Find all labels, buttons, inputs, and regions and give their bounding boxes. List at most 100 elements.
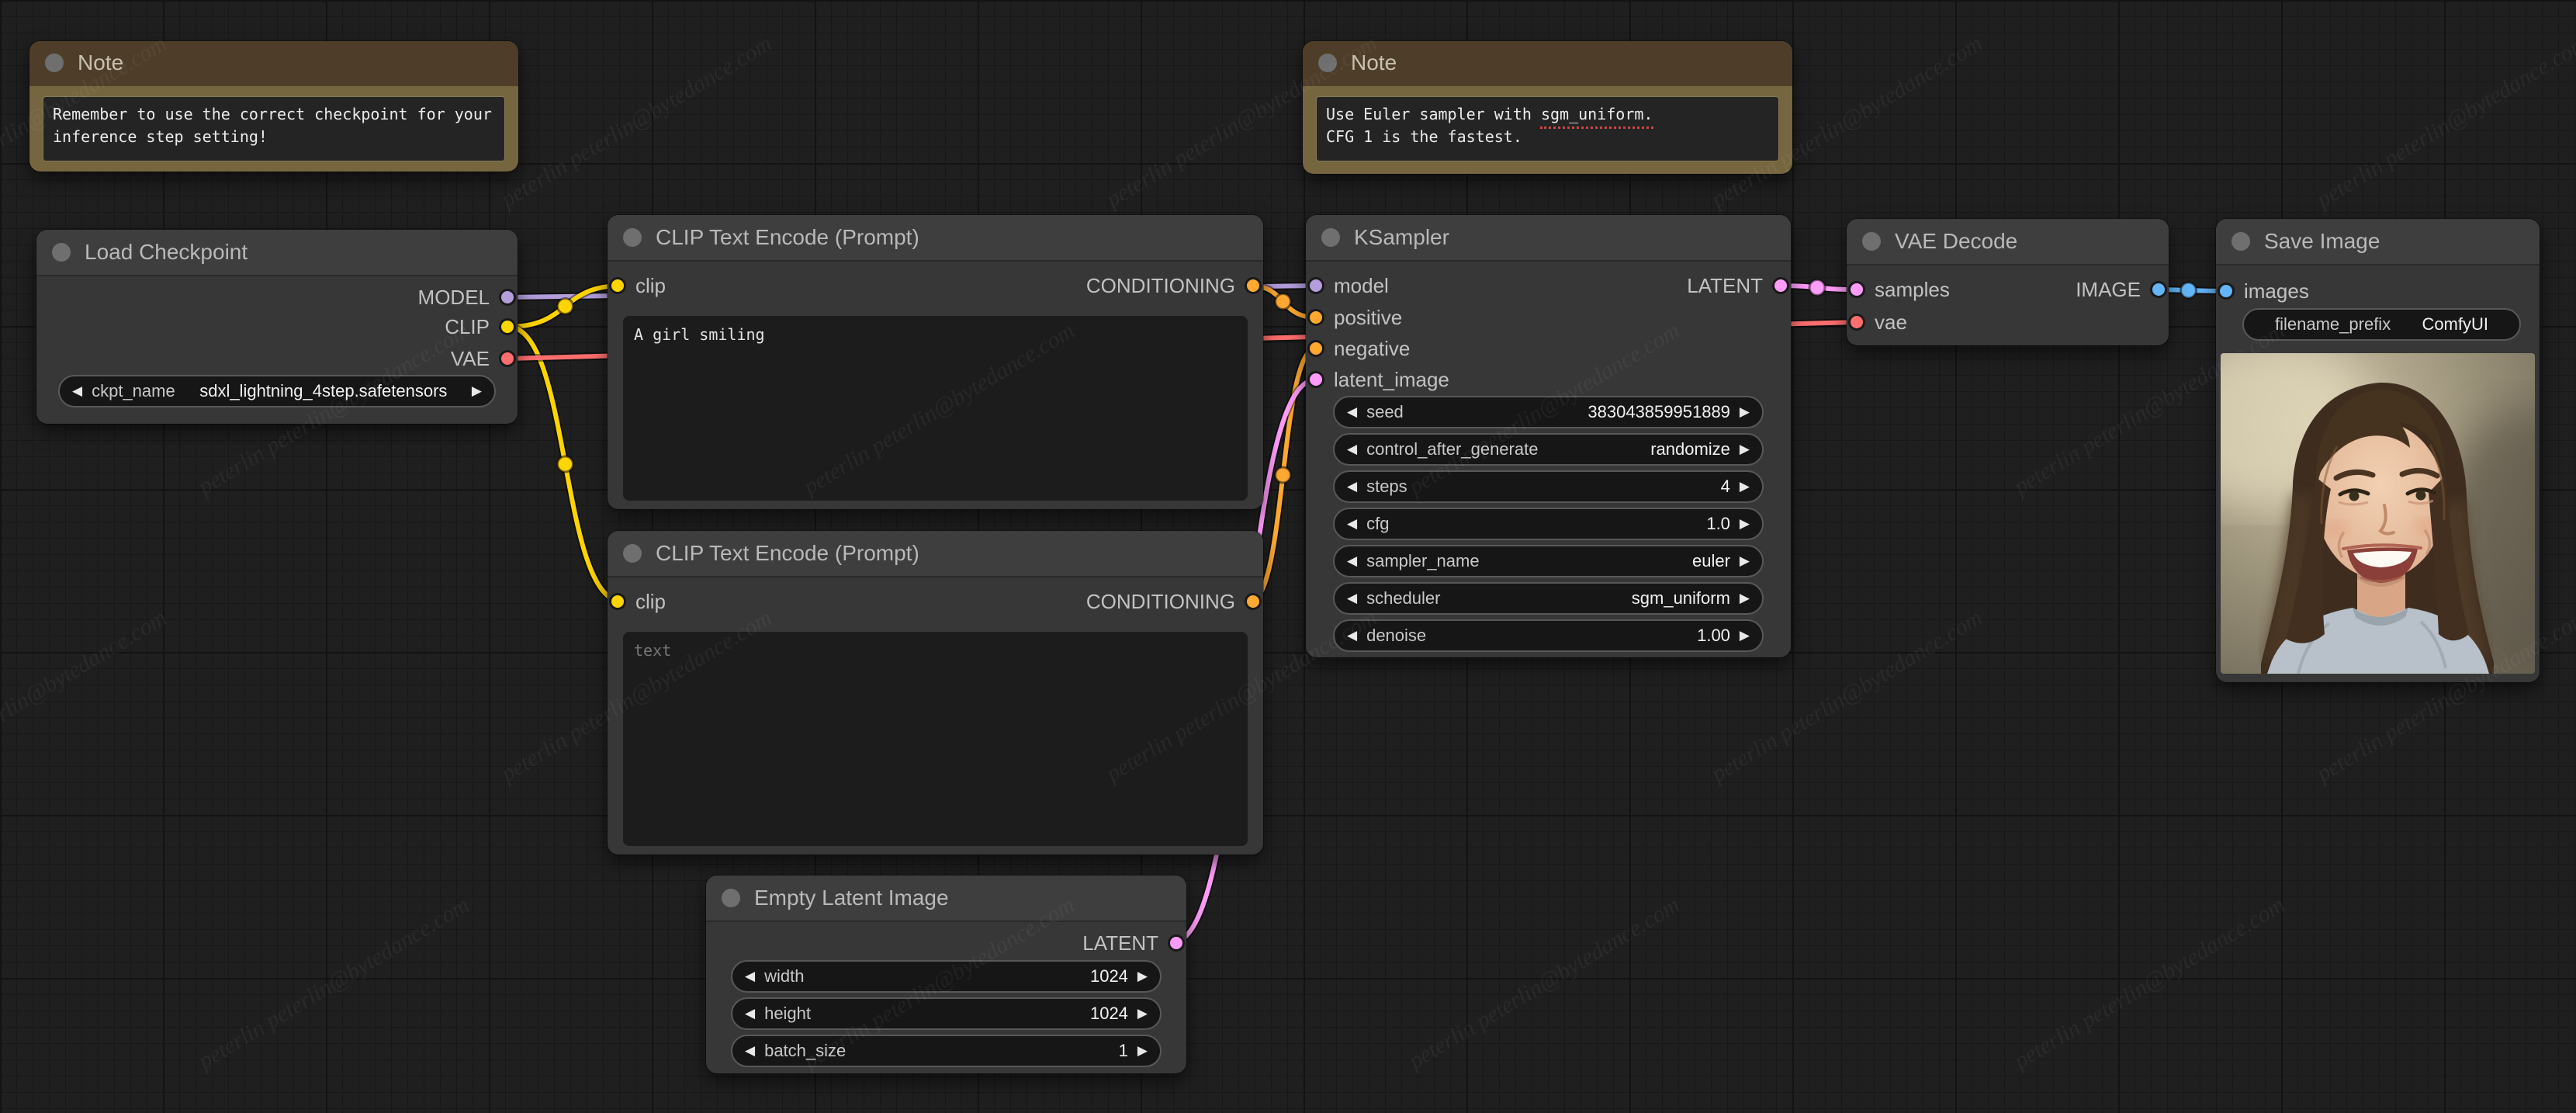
- input-slot-vae: vae: [1848, 307, 1907, 338]
- widget-seed[interactable]: ◀ seed 383043859951889 ▶: [1333, 396, 1764, 428]
- node-note-1[interactable]: Note Remember to use the correct checkpo…: [29, 41, 518, 172]
- node-title: KSampler: [1354, 225, 1449, 249]
- decrement-arrow-icon[interactable]: ◀: [1347, 628, 1357, 643]
- decrement-arrow-icon[interactable]: ◀: [1347, 591, 1357, 606]
- node-title: Load Checkpoint: [85, 240, 248, 264]
- output-slot-conditioning: CONDITIONING: [1086, 586, 1262, 617]
- model-output-dot[interactable]: [499, 289, 516, 306]
- widget-filename-prefix[interactable]: filename_prefix ComfyUI: [2242, 308, 2521, 341]
- prompt-textarea[interactable]: A girl smiling: [623, 316, 1248, 501]
- node-note-1-header[interactable]: Note: [29, 41, 518, 86]
- decrement-arrow-icon[interactable]: ◀: [1347, 479, 1357, 494]
- clip-output-dot[interactable]: [499, 318, 516, 335]
- input-slot-images: images: [2218, 276, 2309, 307]
- note-text[interactable]: Use Euler sampler with sgm_uniform. CFG …: [1317, 97, 1778, 161]
- node-title: CLIP Text Encode (Prompt): [656, 225, 919, 249]
- increment-arrow-icon[interactable]: ▶: [1740, 628, 1750, 643]
- input-slot-clip: clip: [609, 270, 666, 301]
- input-slot-clip: clip: [609, 586, 666, 617]
- node-clip-negative-header[interactable]: CLIP Text Encode (Prompt): [608, 531, 1263, 577]
- node-save-image[interactable]: Save Image images filename_prefix ComfyU…: [2216, 219, 2540, 682]
- samples-input-dot[interactable]: [1848, 281, 1865, 298]
- increment-arrow-icon[interactable]: ▶: [1137, 969, 1148, 984]
- model-input-dot[interactable]: [1307, 277, 1324, 294]
- node-vae-decode-header[interactable]: VAE Decode: [1847, 219, 2169, 265]
- note-text[interactable]: Remember to use the correct checkpoint f…: [43, 97, 504, 161]
- widget-steps[interactable]: ◀ steps 4 ▶: [1333, 470, 1764, 503]
- collapse-dot[interactable]: [722, 889, 740, 907]
- increment-arrow-icon[interactable]: ▶: [1137, 1006, 1148, 1021]
- output-slot-model: MODEL: [418, 282, 516, 313]
- node-ksampler-header[interactable]: KSampler: [1306, 215, 1791, 262]
- widget-scheduler[interactable]: ◀ scheduler sgm_uniform ▶: [1333, 582, 1764, 615]
- node-empty-latent-header[interactable]: Empty Latent Image: [706, 875, 1186, 922]
- node-ksampler[interactable]: KSampler model positive negative latent_…: [1306, 215, 1791, 657]
- increment-arrow-icon[interactable]: ▶: [1740, 442, 1750, 457]
- latent-image-input-dot[interactable]: [1307, 371, 1324, 388]
- increment-arrow-icon[interactable]: ▶: [472, 383, 482, 399]
- widget-height[interactable]: ◀ height 1024 ▶: [731, 997, 1162, 1030]
- decrement-arrow-icon[interactable]: ◀: [1347, 442, 1357, 457]
- decrement-arrow-icon[interactable]: ◀: [1347, 516, 1357, 532]
- widget-batch-size[interactable]: ◀ batch_size 1 ▶: [731, 1035, 1162, 1067]
- clip-input-dot[interactable]: [609, 277, 626, 294]
- node-title: CLIP Text Encode (Prompt): [656, 541, 919, 565]
- widget-ckpt-name[interactable]: ◀ ckpt_name sdxl_lightning_4step.safeten…: [58, 375, 496, 407]
- increment-arrow-icon[interactable]: ▶: [1137, 1043, 1148, 1059]
- increment-arrow-icon[interactable]: ▶: [1740, 404, 1750, 420]
- node-load-checkpoint[interactable]: Load Checkpoint MODEL CLIP VAE ◀ ckpt_na…: [36, 230, 518, 424]
- increment-arrow-icon[interactable]: ▶: [1740, 479, 1750, 494]
- collapse-dot[interactable]: [1321, 228, 1340, 247]
- latent-output-dot[interactable]: [1772, 277, 1789, 294]
- collapse-dot[interactable]: [2231, 232, 2250, 251]
- collapse-dot[interactable]: [1862, 232, 1881, 251]
- decrement-arrow-icon[interactable]: ◀: [745, 1043, 755, 1059]
- node-vae-decode[interactable]: VAE Decode samples vae IMAGE: [1847, 219, 2169, 345]
- vae-output-dot[interactable]: [499, 350, 516, 367]
- decrement-arrow-icon[interactable]: ◀: [745, 1006, 755, 1021]
- increment-arrow-icon[interactable]: ▶: [1740, 516, 1750, 532]
- conditioning-output-dot[interactable]: [1245, 277, 1262, 294]
- increment-arrow-icon[interactable]: ▶: [1740, 591, 1750, 606]
- collapse-dot[interactable]: [623, 544, 642, 563]
- decrement-arrow-icon[interactable]: ◀: [1347, 404, 1357, 420]
- collapse-dot[interactable]: [45, 54, 64, 72]
- images-input-dot[interactable]: [2218, 283, 2235, 300]
- decrement-arrow-icon[interactable]: ◀: [1347, 553, 1357, 569]
- collapse-dot[interactable]: [52, 243, 71, 262]
- conditioning-output-dot[interactable]: [1245, 593, 1262, 610]
- vae-input-dot[interactable]: [1848, 314, 1865, 331]
- node-empty-latent-image[interactable]: Empty Latent Image LATENT ◀ width 1024 ▶…: [706, 875, 1186, 1073]
- increment-arrow-icon[interactable]: ▶: [1740, 553, 1750, 569]
- image-output-dot[interactable]: [2150, 281, 2167, 298]
- node-note-2-header[interactable]: Note: [1303, 41, 1792, 86]
- node-clip-positive-header[interactable]: CLIP Text Encode (Prompt): [608, 215, 1263, 262]
- positive-input-dot[interactable]: [1307, 309, 1324, 326]
- input-slot-latent-image: latent_image: [1307, 364, 1449, 395]
- decrement-arrow-icon[interactable]: ◀: [745, 969, 755, 984]
- node-clip-text-encode-negative[interactable]: CLIP Text Encode (Prompt) clip CONDITION…: [608, 531, 1263, 855]
- node-note-2[interactable]: Note Use Euler sampler with sgm_uniform.…: [1303, 41, 1792, 174]
- input-slot-negative: negative: [1307, 333, 1410, 364]
- prompt-textarea[interactable]: [623, 632, 1248, 846]
- widget-cfg[interactable]: ◀ cfg 1.0 ▶: [1333, 508, 1764, 540]
- widget-control-after-generate[interactable]: ◀ control_after_generate randomize ▶: [1333, 433, 1764, 466]
- node-save-image-header[interactable]: Save Image: [2216, 219, 2540, 265]
- widget-sampler-name[interactable]: ◀ sampler_name euler ▶: [1333, 545, 1764, 577]
- widget-width[interactable]: ◀ width 1024 ▶: [731, 960, 1162, 993]
- output-slot-conditioning: CONDITIONING: [1086, 270, 1262, 301]
- collapse-dot[interactable]: [623, 228, 642, 247]
- input-slot-positive: positive: [1307, 302, 1402, 333]
- negative-input-dot[interactable]: [1307, 340, 1324, 357]
- decrement-arrow-icon[interactable]: ◀: [72, 383, 82, 399]
- node-graph-canvas[interactable]: Note Remember to use the correct checkpo…: [0, 0, 2576, 1113]
- widget-denoise[interactable]: ◀ denoise 1.00 ▶: [1333, 619, 1764, 652]
- output-slot-image: IMAGE: [2076, 274, 2167, 305]
- node-title: Save Image: [2264, 229, 2380, 253]
- node-load-checkpoint-header[interactable]: Load Checkpoint: [36, 230, 518, 276]
- collapse-dot[interactable]: [1318, 54, 1337, 72]
- node-clip-text-encode-positive[interactable]: CLIP Text Encode (Prompt) clip CONDITION…: [608, 215, 1263, 509]
- clip-input-dot[interactable]: [609, 593, 626, 610]
- node-title: Empty Latent Image: [754, 886, 949, 910]
- latent-output-dot[interactable]: [1168, 934, 1185, 952]
